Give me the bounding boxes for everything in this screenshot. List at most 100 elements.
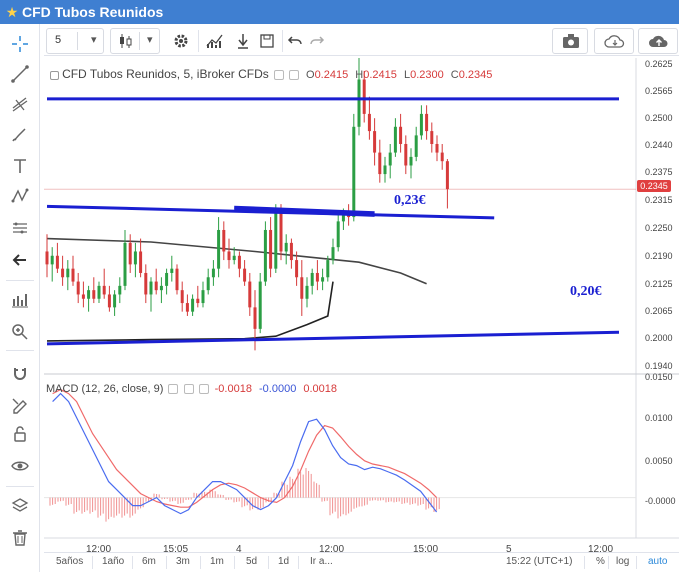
title-bar: ★ CFD Tubos Reunidos [0,0,679,24]
trash-icon[interactable] [0,524,40,552]
price-label: 0.2375 [645,167,673,177]
candle-body [149,281,153,295]
download-icon[interactable] [232,28,254,54]
range-5d[interactable]: 5d [246,556,257,567]
candle-body [159,285,163,291]
magnet-icon[interactable] [0,360,40,388]
annotation-023[interactable]: 0,23€ [394,193,426,209]
current-price-tag: 0.2345 [637,180,671,192]
settings-gear-icon[interactable] [168,28,194,54]
candle-body [414,135,418,157]
window-title: CFD Tubos Reunidos [22,4,164,20]
candle-body [154,281,158,291]
range-5y[interactable]: 5años [56,556,83,567]
candle-body [206,277,210,291]
annotation-020[interactable]: 0,20€ [570,284,602,300]
candle-body [393,126,397,153]
macd-axis-label: 0.0050 [645,456,673,466]
zoom-icon[interactable] [0,318,40,346]
macd-axis-label: 0.0150 [645,372,673,382]
candle-body [253,307,257,329]
candle-body [227,251,231,261]
range-3m[interactable]: 3m [176,556,190,567]
range-1y[interactable]: 1año [102,556,124,567]
range-1d[interactable]: 1d [278,556,289,567]
save-icon[interactable] [256,28,278,54]
macd-axis-label: -0.0000 [645,496,676,506]
clock-timezone[interactable]: 15:22 (UTC+1) [506,556,572,567]
indicators-button-icon[interactable] [202,28,230,54]
measure-icon[interactable] [0,214,40,242]
eye-icon[interactable] [0,452,40,480]
candle-body [45,251,49,265]
draw-mode-icon[interactable] [0,390,40,418]
macd-label: MACD (12, 26, close, 9) [46,383,164,395]
candle-body [102,285,106,295]
legend-hide-icon[interactable] [288,70,299,81]
open-label: O [306,69,315,81]
chart-area[interactable]: CFD Tubos Reunidos, 5, iBroker CFDs O 0.2… [44,58,679,572]
candle-body [295,260,299,278]
legend-settings-icon[interactable] [273,70,284,81]
candle-body [435,143,439,153]
indicators-icon[interactable] [0,286,40,314]
log-toggle[interactable]: log [616,556,629,567]
goto-date-button[interactable]: Ir a... [310,556,333,567]
macd-close-icon[interactable] [198,384,209,395]
low-value: 0.2300 [410,69,444,81]
legend-collapse-icon[interactable] [50,70,59,80]
range-6m[interactable]: 6m [142,556,156,567]
trend-line-icon[interactable] [0,60,40,88]
cloud-upload-icon [647,32,671,55]
candle-body [310,272,314,286]
lock-icon[interactable] [0,420,40,448]
candle-body [97,285,101,299]
interval-selector[interactable]: 5 ▾ [46,28,104,54]
cloud-load-button[interactable] [594,28,634,54]
bottom-bar: 5años 1año 6m 3m 1m 5d 1d Ir a... 15:22 … [44,552,679,572]
camera-icon [561,32,581,55]
candle-body [191,298,195,312]
auto-toggle[interactable]: auto [648,556,667,567]
fibonacci-icon[interactable] [0,90,40,118]
candle-body [336,221,340,248]
undo-icon[interactable] [284,28,306,54]
percent-toggle[interactable]: % [596,556,605,567]
arrow-left-icon[interactable] [0,246,40,274]
candle-body [81,294,85,299]
close-label: C [450,69,459,81]
chart-canvas[interactable] [44,58,679,572]
macd-axis-label: 0.0100 [645,413,673,423]
candle-body [201,290,205,304]
candles-icon [117,32,135,55]
chart-toolbar: 5 ▾ ▾ [44,26,679,56]
favorite-star-icon[interactable]: ★ [2,4,22,21]
candle-body [61,268,65,278]
chart-type-dropdown-icon[interactable]: ▾ [147,33,153,46]
price-label: 0.2000 [645,333,673,343]
macd-settings-icon[interactable] [168,384,179,395]
pattern-icon[interactable] [0,182,40,210]
candle-body [326,260,330,278]
range-1m[interactable]: 1m [210,556,224,567]
candle-body [445,161,449,190]
candle-body [222,229,226,252]
candle-body [175,268,179,291]
price-label: 0.2440 [645,140,673,150]
layers-icon[interactable] [0,492,40,520]
candle-body [243,268,247,282]
redo-icon[interactable] [306,28,328,54]
chart-type-selector[interactable]: ▾ [110,28,160,54]
candle-body [367,113,371,132]
cloud-save-button[interactable] [638,28,678,54]
legend-symbol-title: CFD Tubos Reunidos, 5, iBroker CFDs [62,67,269,81]
candle-body [419,113,423,136]
text-tool-icon[interactable] [0,152,40,180]
interval-dropdown-icon[interactable]: ▾ [91,33,97,46]
screenshot-button[interactable] [552,28,588,54]
brush-icon[interactable] [0,120,40,148]
price-label: 0.2315 [645,195,673,205]
macd-hide-icon[interactable] [183,384,194,395]
macd-signal-line [52,388,438,508]
crosshair-icon[interactable] [0,30,40,58]
